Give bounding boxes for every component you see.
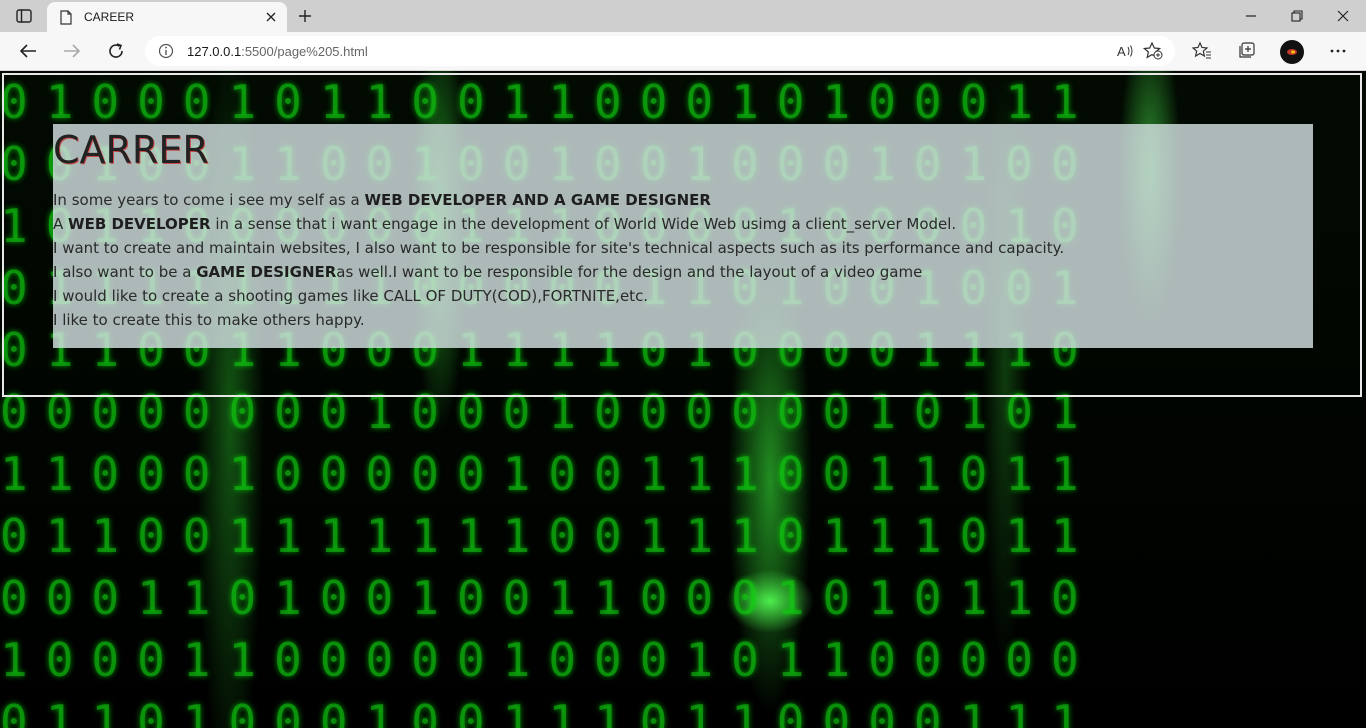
favorites-icon[interactable] xyxy=(1187,37,1217,65)
line4-bold: GAME DESIGNER xyxy=(196,263,337,281)
matrix-row: 100011000001000101100000 xyxy=(0,633,1097,687)
tab-title: CAREER xyxy=(84,10,135,24)
page-title: CARRER xyxy=(53,128,209,172)
tab-actions-icon[interactable] xyxy=(10,6,38,26)
more-icon[interactable] xyxy=(1323,37,1353,65)
career-card: CARRER In some years to come i see my se… xyxy=(53,124,1313,348)
info-icon[interactable] xyxy=(157,42,175,60)
restore-icon[interactable] xyxy=(1274,0,1320,32)
minimize-icon[interactable] xyxy=(1228,0,1274,32)
text-line-4: I also want to be a GAME DESIGNERas well… xyxy=(53,260,1064,284)
url-host: 127.0.0.1 xyxy=(187,43,242,59)
matrix-row: 000110100100110001010110 xyxy=(0,571,1097,625)
url-path: :5500/page%205.html xyxy=(241,43,368,59)
collections-icon[interactable] xyxy=(1231,37,1261,65)
forward-arrow-icon[interactable] xyxy=(57,37,87,65)
matrix-row: 110001000001001110011011 xyxy=(0,447,1097,501)
text-line-2: A WEB DEVELOPER in a sense that i want e… xyxy=(53,212,1064,236)
matrix-row: 011001111111001110111011 xyxy=(0,509,1097,563)
avatar[interactable] xyxy=(1280,40,1304,64)
line2-suffix: in a sense that i want engage in the dev… xyxy=(210,215,957,233)
close-window-icon[interactable] xyxy=(1320,0,1366,32)
line4-suffix: as well.I want to be responsible for the… xyxy=(336,263,923,281)
back-arrow-icon[interactable] xyxy=(13,37,43,65)
url-text[interactable]: 127.0.0.1:5500/page%205.html xyxy=(187,44,1111,59)
page-viewport: 0100010110011000101000110010011001001001… xyxy=(0,71,1366,728)
close-icon[interactable] xyxy=(259,5,283,29)
line1-prefix: In some years to come i see my self as a xyxy=(53,191,365,209)
address-bar[interactable]: 127.0.0.1:5500/page%205.html A xyxy=(145,36,1175,66)
browser-tab[interactable]: CAREER xyxy=(47,2,287,32)
text-line-3: I want to create and maintain websites, … xyxy=(53,239,1065,257)
add-favorite-icon[interactable] xyxy=(1139,37,1167,65)
line2-prefix: A xyxy=(53,215,69,233)
text-line-5: I would like to create a shooting games … xyxy=(53,287,649,305)
text-line-1: In some years to come i see my self as a… xyxy=(53,188,1064,212)
refresh-icon[interactable] xyxy=(101,37,131,65)
toolbar: 127.0.0.1:5500/page%205.html A xyxy=(0,32,1366,71)
career-text: In some years to come i see my self as a… xyxy=(53,188,1064,332)
tab-bar: CAREER xyxy=(0,0,1366,32)
matrix-row: 011010001001110110000111 xyxy=(0,695,1097,728)
read-aloud-icon[interactable]: A xyxy=(1111,37,1139,65)
text-line-6: I like to create this to make others hap… xyxy=(53,311,365,329)
line4-prefix: I also want to be a xyxy=(53,263,197,281)
page-icon xyxy=(60,9,74,25)
plus-icon[interactable] xyxy=(292,4,318,28)
line2-bold: WEB DEVELOPER xyxy=(68,215,211,233)
line1-bold: WEB DEVELOPER AND A GAME DESIGNER xyxy=(364,191,711,209)
svg-text:A: A xyxy=(1117,44,1126,59)
